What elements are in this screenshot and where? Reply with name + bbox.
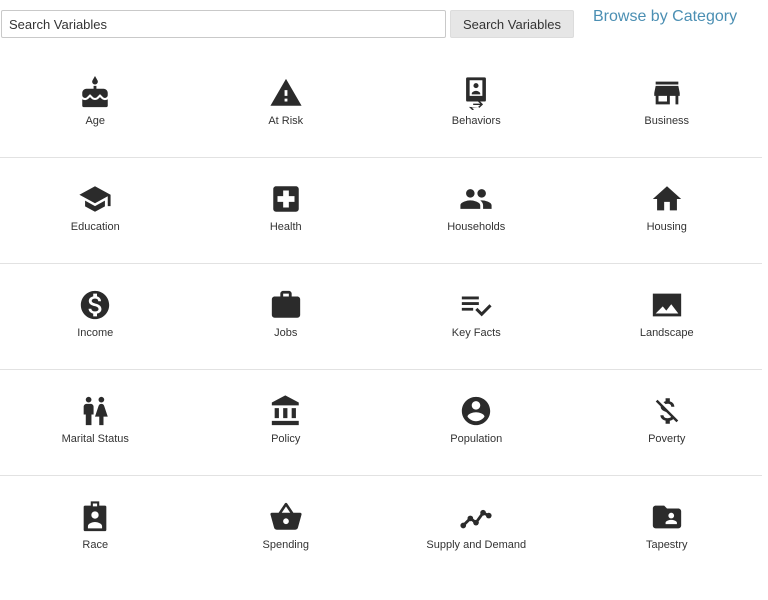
category-label: Supply and Demand	[426, 539, 527, 551]
basket-icon	[269, 500, 303, 534]
trend-line-icon	[459, 500, 493, 534]
birthday-cake-icon	[78, 76, 112, 110]
category-label: Housing	[646, 221, 687, 233]
couple-icon	[78, 394, 112, 428]
checklist-icon	[459, 288, 493, 322]
category-label: Business	[644, 115, 690, 127]
category-housing[interactable]: Housing	[572, 158, 763, 263]
category-label: Key Facts	[451, 327, 501, 339]
government-building-icon	[269, 394, 303, 428]
search-input[interactable]	[1, 10, 446, 38]
warning-icon	[269, 76, 303, 110]
graduation-cap-icon	[78, 182, 112, 216]
category-label: Spending	[262, 539, 310, 551]
category-label: Race	[82, 539, 109, 551]
category-label: Jobs	[274, 327, 298, 339]
money-off-icon	[650, 394, 684, 428]
category-label: Policy	[271, 433, 301, 445]
dollar-circle-icon	[78, 288, 112, 322]
store-icon	[650, 76, 684, 110]
search-button[interactable]: Search Variables	[450, 10, 574, 38]
category-supply-and-demand[interactable]: Supply and Demand	[381, 476, 572, 581]
category-income[interactable]: Income	[0, 264, 191, 369]
category-age[interactable]: Age	[0, 52, 191, 157]
category-behaviors[interactable]: Behaviors	[381, 52, 572, 157]
category-row: Income Jobs Key Facts Landscape	[0, 264, 762, 370]
category-label: Behaviors	[451, 115, 501, 127]
category-row: Education Health Households Housing	[0, 158, 762, 264]
category-label: Households	[447, 221, 506, 233]
category-marital-status[interactable]: Marital Status	[0, 370, 191, 475]
category-health[interactable]: Health	[191, 158, 382, 263]
people-icon	[459, 182, 493, 216]
folder-person-icon	[650, 500, 684, 534]
category-spending[interactable]: Spending	[191, 476, 382, 581]
category-households[interactable]: Households	[381, 158, 572, 263]
category-education[interactable]: Education	[0, 158, 191, 263]
search-bar: Search Variables Browse by Category	[0, 0, 768, 46]
category-label: Income	[77, 327, 114, 339]
category-tapestry[interactable]: Tapestry	[572, 476, 763, 581]
category-label: Education	[70, 221, 120, 233]
category-row: Race Spending Supply and Demand Tapestry	[0, 476, 762, 581]
medical-cross-icon	[269, 182, 303, 216]
category-label: Poverty	[648, 433, 686, 445]
browse-by-category-link[interactable]: Browse by Category	[593, 8, 737, 26]
category-label: Landscape	[639, 327, 694, 339]
account-circle-icon	[459, 394, 493, 428]
category-race[interactable]: Race	[0, 476, 191, 581]
home-icon	[650, 182, 684, 216]
category-poverty[interactable]: Poverty	[572, 370, 763, 475]
category-key-facts[interactable]: Key Facts	[381, 264, 572, 369]
category-grid: Age At Risk Behaviors Business Education…	[0, 52, 762, 581]
category-landscape[interactable]: Landscape	[572, 264, 763, 369]
briefcase-icon	[269, 288, 303, 322]
category-label: Health	[269, 221, 302, 233]
landscape-image-icon	[650, 288, 684, 322]
badge-icon	[78, 500, 112, 534]
category-label: Marital Status	[61, 433, 129, 445]
category-label: Population	[450, 433, 503, 445]
category-policy[interactable]: Policy	[191, 370, 382, 475]
category-label: At Risk	[268, 115, 304, 127]
category-row: Age At Risk Behaviors Business	[0, 52, 762, 158]
category-label: Tapestry	[645, 539, 688, 551]
category-label: Age	[85, 115, 106, 127]
category-population[interactable]: Population	[381, 370, 572, 475]
phone-person-icon	[459, 76, 493, 110]
category-row: Marital Status Policy Population Poverty	[0, 370, 762, 476]
category-business[interactable]: Business	[572, 52, 763, 157]
category-at-risk[interactable]: At Risk	[191, 52, 382, 157]
category-jobs[interactable]: Jobs	[191, 264, 382, 369]
